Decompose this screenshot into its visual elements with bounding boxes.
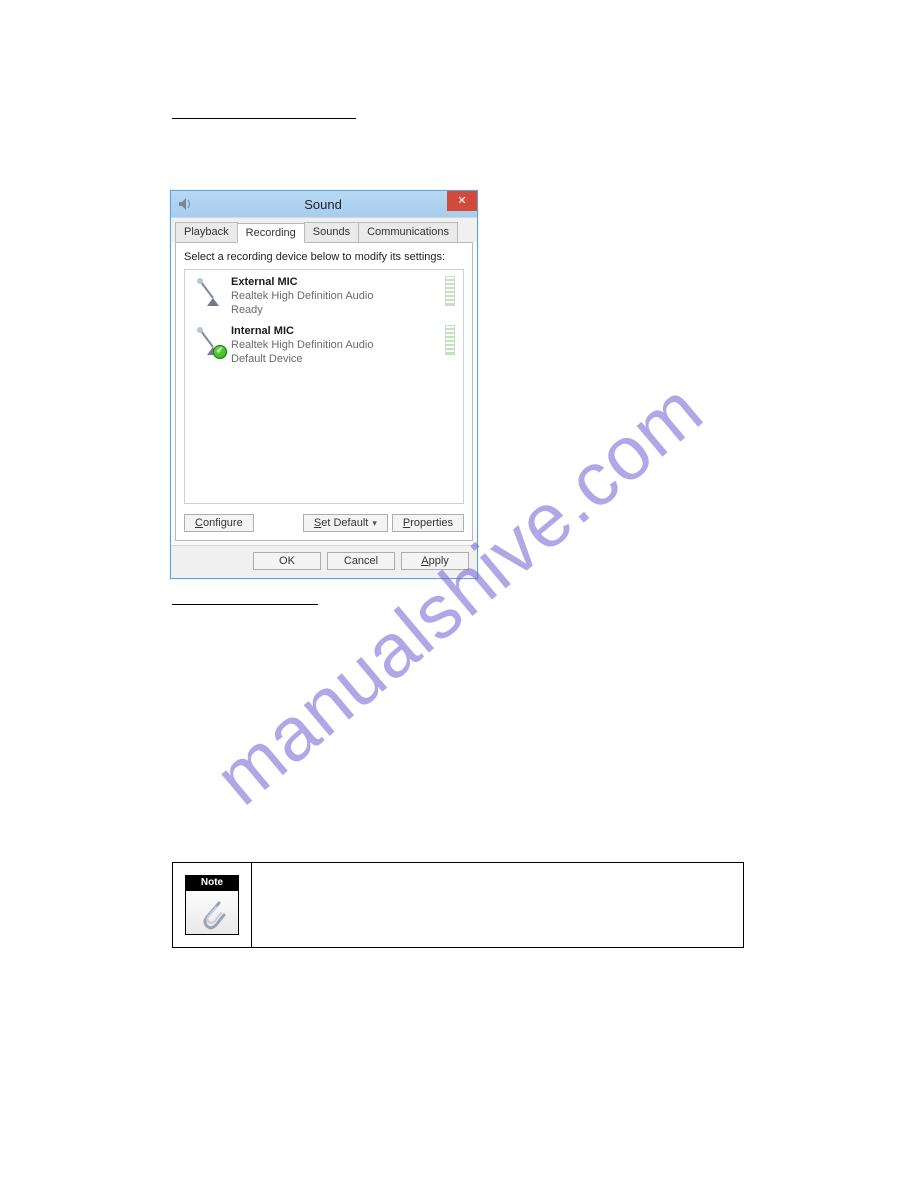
rule-top: [172, 118, 356, 119]
recording-panel: Select a recording device below to modif…: [175, 242, 473, 541]
note-icon-cell: Note: [173, 863, 252, 947]
level-meter: [445, 325, 455, 355]
speaker-icon: [177, 196, 193, 212]
device-row[interactable]: Internal MIC Realtek High Definition Aud…: [187, 323, 461, 372]
dialog-title: Sound: [199, 197, 477, 212]
note-text-cell: [252, 863, 743, 947]
microphone-icon: [193, 325, 225, 357]
rule-mid: [172, 604, 318, 605]
set-default-button[interactable]: Set Default▾: [303, 514, 388, 532]
device-row[interactable]: External MIC Realtek High Definition Aud…: [187, 274, 461, 323]
device-driver: Realtek High Definition Audio: [231, 339, 445, 353]
device-driver: Realtek High Definition Audio: [231, 290, 445, 304]
tab-sounds[interactable]: Sounds: [304, 222, 359, 242]
microphone-icon: [193, 276, 225, 308]
apply-button[interactable]: Apply: [401, 552, 469, 570]
dialog-body: Playback Recording Sounds Communications…: [171, 217, 477, 578]
tab-communications[interactable]: Communications: [358, 222, 458, 242]
note-head: Note: [185, 875, 239, 891]
panel-caption: Select a recording device below to modif…: [184, 251, 464, 263]
sound-dialog: Sound ✕ Playback Recording Sounds Commun…: [170, 190, 478, 579]
close-icon: ✕: [457, 196, 466, 207]
tab-playback[interactable]: Playback: [175, 222, 238, 242]
level-meter: [445, 276, 455, 306]
titlebar: Sound ✕: [171, 191, 477, 217]
cancel-button[interactable]: Cancel: [327, 552, 395, 570]
configure-button[interactable]: Configure: [184, 514, 254, 532]
device-status: Ready: [231, 304, 445, 318]
paperclip-icon: [185, 891, 239, 935]
dialog-buttons: OK Cancel Apply: [171, 545, 477, 578]
device-list: External MIC Realtek High Definition Aud…: [184, 269, 464, 504]
tabstrip: Playback Recording Sounds Communications: [171, 218, 477, 242]
device-name: External MIC: [231, 276, 445, 290]
tab-recording[interactable]: Recording: [237, 223, 305, 243]
device-name: Internal MIC: [231, 325, 445, 339]
ok-button[interactable]: OK: [253, 552, 321, 570]
properties-button[interactable]: Properties: [392, 514, 464, 532]
note-box: Note: [172, 862, 744, 948]
chevron-down-icon: ▾: [372, 518, 377, 528]
close-button[interactable]: ✕: [447, 191, 477, 211]
device-status: Default Device: [231, 353, 445, 367]
